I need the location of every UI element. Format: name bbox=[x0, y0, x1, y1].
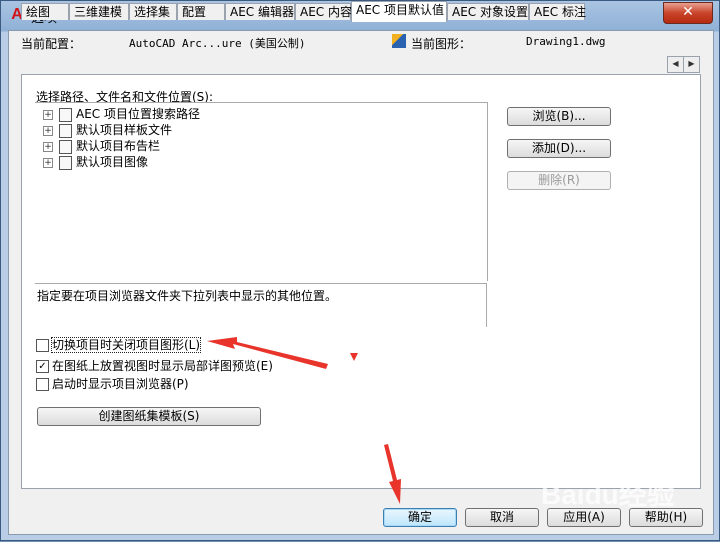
tab-aec-object-settings[interactable]: AEC 对象设置 bbox=[447, 3, 529, 20]
document-icon bbox=[59, 107, 72, 122]
tab-selection[interactable]: 选择集 bbox=[129, 3, 177, 20]
image-file-icon bbox=[59, 155, 72, 170]
tree-item-label: 默认项目图像 bbox=[76, 155, 149, 169]
description-text: 指定要在项目浏览器文件夹下拉列表中显示的其他位置。 bbox=[35, 283, 487, 327]
checkbox[interactable] bbox=[36, 339, 49, 352]
watermark-logo: Baidu经验 bbox=[541, 479, 675, 510]
tab-profiles[interactable]: 配置 bbox=[177, 3, 225, 20]
option-label: 切换项目时关闭项目图形(L) bbox=[50, 337, 202, 353]
options-dialog: A 选项 ✕ 当前配置： AutoCAD Arc...ure (美国公制) 当前… bbox=[0, 0, 720, 541]
tree-item[interactable]: + 默认项目样板文件 bbox=[43, 122, 172, 138]
ok-button[interactable]: 确定 bbox=[383, 508, 457, 527]
option-close-project-drawings[interactable]: 切换项目时关闭项目图形(L) bbox=[36, 337, 202, 354]
tab-aec-content[interactable]: AEC 内容 bbox=[295, 3, 352, 20]
tree-item-label: AEC 项目位置搜索路径 bbox=[76, 107, 200, 121]
current-drawing-value: Drawing1.dwg bbox=[526, 35, 606, 48]
create-sheet-set-template-button[interactable]: 创建图纸集模板(S) bbox=[37, 407, 261, 426]
current-profile-label: 当前配置： bbox=[21, 37, 82, 51]
option-show-project-browser[interactable]: 启动时显示项目浏览器(P) bbox=[36, 376, 189, 393]
expand-icon[interactable]: + bbox=[43, 141, 53, 152]
tab-scroll-right-icon[interactable]: ▶ bbox=[683, 56, 700, 73]
current-profile-value: AutoCAD Arc...ure (美国公制) bbox=[129, 37, 306, 50]
cancel-button[interactable]: 取消 bbox=[465, 508, 539, 527]
expand-icon[interactable]: + bbox=[43, 109, 53, 120]
checkbox[interactable] bbox=[36, 378, 49, 391]
option-label: 启动时显示项目浏览器(P) bbox=[52, 377, 189, 391]
tree-item[interactable]: + 默认项目布告栏 bbox=[43, 138, 160, 154]
expand-icon[interactable]: + bbox=[43, 125, 53, 136]
tab-aec-project-defaults[interactable]: AEC 项目默认值 bbox=[351, 1, 447, 22]
template-file-icon bbox=[59, 123, 72, 138]
paths-tree[interactable]: + AEC 项目位置搜索路径 + 默认项目样板文件 + 默认项目布告栏 + 默认项目图像 bbox=[35, 102, 488, 281]
option-label: 在图纸上放置视图时显示局部详图预览(E) bbox=[52, 359, 273, 373]
tree-item-label: 默认项目样板文件 bbox=[76, 123, 173, 137]
tree-item[interactable]: + AEC 项目位置搜索路径 bbox=[43, 106, 200, 122]
browse-button[interactable]: 浏览(B)... bbox=[507, 107, 611, 126]
add-button[interactable]: 添加(D)... bbox=[507, 139, 611, 158]
remove-button[interactable]: 删除(R) bbox=[507, 171, 611, 190]
current-drawing-label: 当前图形： bbox=[411, 37, 472, 51]
tab-aec-dimension[interactable]: AEC 标注 bbox=[529, 3, 586, 20]
tab-scroll-left-icon[interactable]: ◀ bbox=[667, 56, 684, 73]
close-button[interactable]: ✕ bbox=[663, 2, 713, 24]
tab-drawing[interactable]: 绘图 bbox=[21, 3, 69, 20]
tab-3d-modeling[interactable]: 三维建模 bbox=[69, 3, 129, 20]
tree-item-label: 默认项目布告栏 bbox=[76, 139, 161, 153]
drawing-icon bbox=[392, 34, 406, 48]
tab-aec-editor[interactable]: AEC 编辑器 bbox=[225, 3, 295, 20]
option-show-detail-preview[interactable]: ✓ 在图纸上放置视图时显示局部详图预览(E) bbox=[36, 358, 273, 375]
tree-item[interactable]: + 默认项目图像 bbox=[43, 154, 148, 170]
expand-icon[interactable]: + bbox=[43, 157, 53, 168]
checkbox-checked[interactable]: ✓ bbox=[36, 360, 49, 373]
bulletin-file-icon bbox=[59, 139, 72, 154]
